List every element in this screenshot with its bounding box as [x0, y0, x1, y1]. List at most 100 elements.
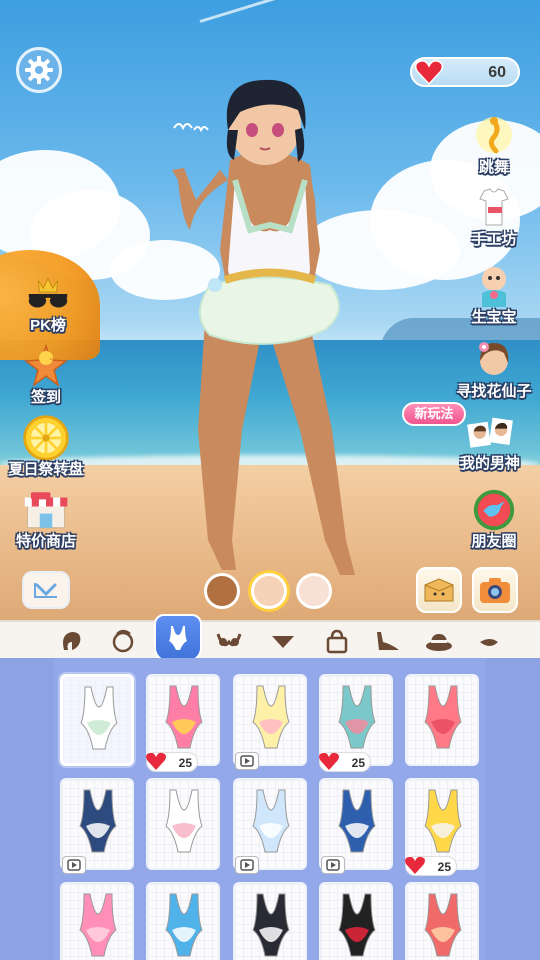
- item-grid: 25 25 25: [54, 658, 486, 960]
- hearts-counter[interactable]: 60: [410, 57, 520, 87]
- my-boyfriend-label: 我的男神: [459, 455, 520, 472]
- outfit-item[interactable]: [60, 778, 134, 874]
- outfit-item[interactable]: [233, 778, 307, 874]
- special-shop-button[interactable]: 特价商店: [0, 486, 96, 551]
- outfit-item[interactable]: [146, 778, 220, 870]
- moments-button[interactable]: 朋友圈: [444, 486, 540, 551]
- flower-fairy-icon: [470, 336, 518, 384]
- item-panel: 25 25 25: [0, 658, 540, 960]
- swimsuit-thumbnail: [80, 686, 118, 750]
- video-play-icon: [240, 755, 254, 767]
- outfit-item[interactable]: [319, 882, 393, 960]
- workshop-label: 手工坊: [471, 231, 517, 248]
- wardrobe-box-button[interactable]: [416, 567, 462, 613]
- swimsuit-thumbnail: [79, 893, 117, 957]
- video-play-icon: [240, 859, 254, 871]
- outfit-item[interactable]: 25: [319, 674, 393, 772]
- gear-icon: [25, 56, 53, 84]
- skin-tone-swatch-selected[interactable]: [251, 573, 287, 609]
- accessory-icon[interactable]: [472, 626, 506, 656]
- outfit-item[interactable]: 25: [405, 778, 479, 876]
- workshop-icon: [470, 184, 518, 232]
- hair-icon[interactable]: [54, 626, 88, 656]
- swimsuit-thumbnail: [252, 893, 290, 957]
- workshop-button[interactable]: 手工坊: [444, 184, 540, 249]
- outfit-item[interactable]: [405, 674, 479, 766]
- top-icon[interactable]: [212, 626, 246, 656]
- video-ad-badge: [235, 856, 259, 874]
- outfit-item[interactable]: [405, 882, 479, 960]
- outfit-item[interactable]: [146, 882, 220, 960]
- price-value: 25: [437, 860, 451, 874]
- video-ad-badge: [321, 856, 345, 874]
- outfit-item[interactable]: [233, 882, 307, 960]
- price-tag: 25: [405, 856, 457, 876]
- have-baby-button[interactable]: 生宝宝: [444, 262, 540, 327]
- outfit-item[interactable]: [60, 882, 134, 960]
- outfit-item-selected[interactable]: [60, 674, 134, 766]
- bottom-icon[interactable]: [266, 626, 300, 656]
- heart-icon: [405, 856, 425, 874]
- video-play-icon: [67, 859, 81, 871]
- outfit-item[interactable]: [319, 778, 393, 874]
- swimsuit-thumbnail: [165, 893, 203, 957]
- swimsuit-thumbnail: [165, 789, 203, 853]
- category-bar: [0, 620, 540, 658]
- starfish-chick-icon: [22, 342, 70, 390]
- video-ad-badge: [235, 752, 259, 770]
- heart-icon: [414, 60, 444, 86]
- box-icon: [424, 578, 454, 602]
- dance-icon: [470, 112, 518, 160]
- dance-label: 跳舞: [478, 159, 509, 176]
- sign-in-label: 签到: [30, 389, 61, 406]
- swimsuit-thumbnail: [252, 789, 290, 853]
- swimsuit-thumbnail: [338, 893, 376, 957]
- outfit-item[interactable]: 25: [146, 674, 220, 772]
- heart-icon: [146, 752, 166, 770]
- heart-icon: [319, 752, 339, 770]
- face-icon[interactable]: [106, 626, 140, 656]
- pk-ranking-label: PK榜: [30, 317, 66, 334]
- outfit-item[interactable]: [233, 674, 307, 770]
- price-value: 25: [351, 756, 365, 770]
- video-play-icon: [326, 859, 340, 871]
- character-avatar[interactable]: [150, 70, 390, 590]
- settings-button[interactable]: [16, 47, 62, 93]
- summer-wheel-button[interactable]: 夏日祭转盘: [0, 414, 96, 479]
- dance-button[interactable]: 跳舞: [444, 112, 540, 177]
- skin-tone-swatch[interactable]: [296, 573, 332, 609]
- moments-label: 朋友圈: [471, 533, 517, 550]
- swimsuit-thumbnail: [338, 789, 376, 853]
- watermelon-bird-icon: [470, 486, 518, 534]
- shoes-icon[interactable]: [370, 626, 404, 656]
- sunglasses-crown-icon: [24, 270, 72, 318]
- price-tag: 25: [319, 752, 371, 772]
- swimsuit-thumbnail: [338, 685, 376, 749]
- hat-icon[interactable]: [422, 626, 456, 656]
- hearts-value: 60: [488, 64, 506, 81]
- camera-icon: [480, 578, 510, 603]
- price-value: 25: [178, 756, 192, 770]
- pk-ranking-button[interactable]: PK榜: [0, 270, 98, 335]
- my-boyfriend-button[interactable]: 我的男神: [440, 408, 540, 473]
- bag-icon[interactable]: [320, 626, 354, 656]
- swimsuit-thumbnail: [79, 789, 117, 853]
- chevron-down-icon: [34, 583, 57, 598]
- shop-icon: [22, 486, 70, 534]
- boyfriend-icon: [466, 408, 514, 456]
- collapse-button[interactable]: [22, 571, 70, 609]
- sign-in-button[interactable]: 签到: [0, 342, 96, 407]
- swimsuit-thumbnail: [424, 893, 462, 957]
- swimsuit-thumbnail: [424, 685, 462, 749]
- summer-wheel-label: 夏日祭转盘: [8, 461, 84, 478]
- video-ad-badge: [62, 856, 86, 874]
- camera-button[interactable]: [472, 567, 518, 613]
- skin-tone-swatch[interactable]: [204, 573, 240, 609]
- baby-icon: [470, 262, 518, 310]
- find-fairy-button[interactable]: 寻找花仙子: [444, 336, 540, 401]
- swimsuit-tab[interactable]: [154, 614, 202, 662]
- have-baby-label: 生宝宝: [471, 309, 517, 326]
- contrail: [199, 0, 488, 23]
- price-tag: 25: [146, 752, 198, 772]
- find-fairy-label: 寻找花仙子: [456, 383, 532, 400]
